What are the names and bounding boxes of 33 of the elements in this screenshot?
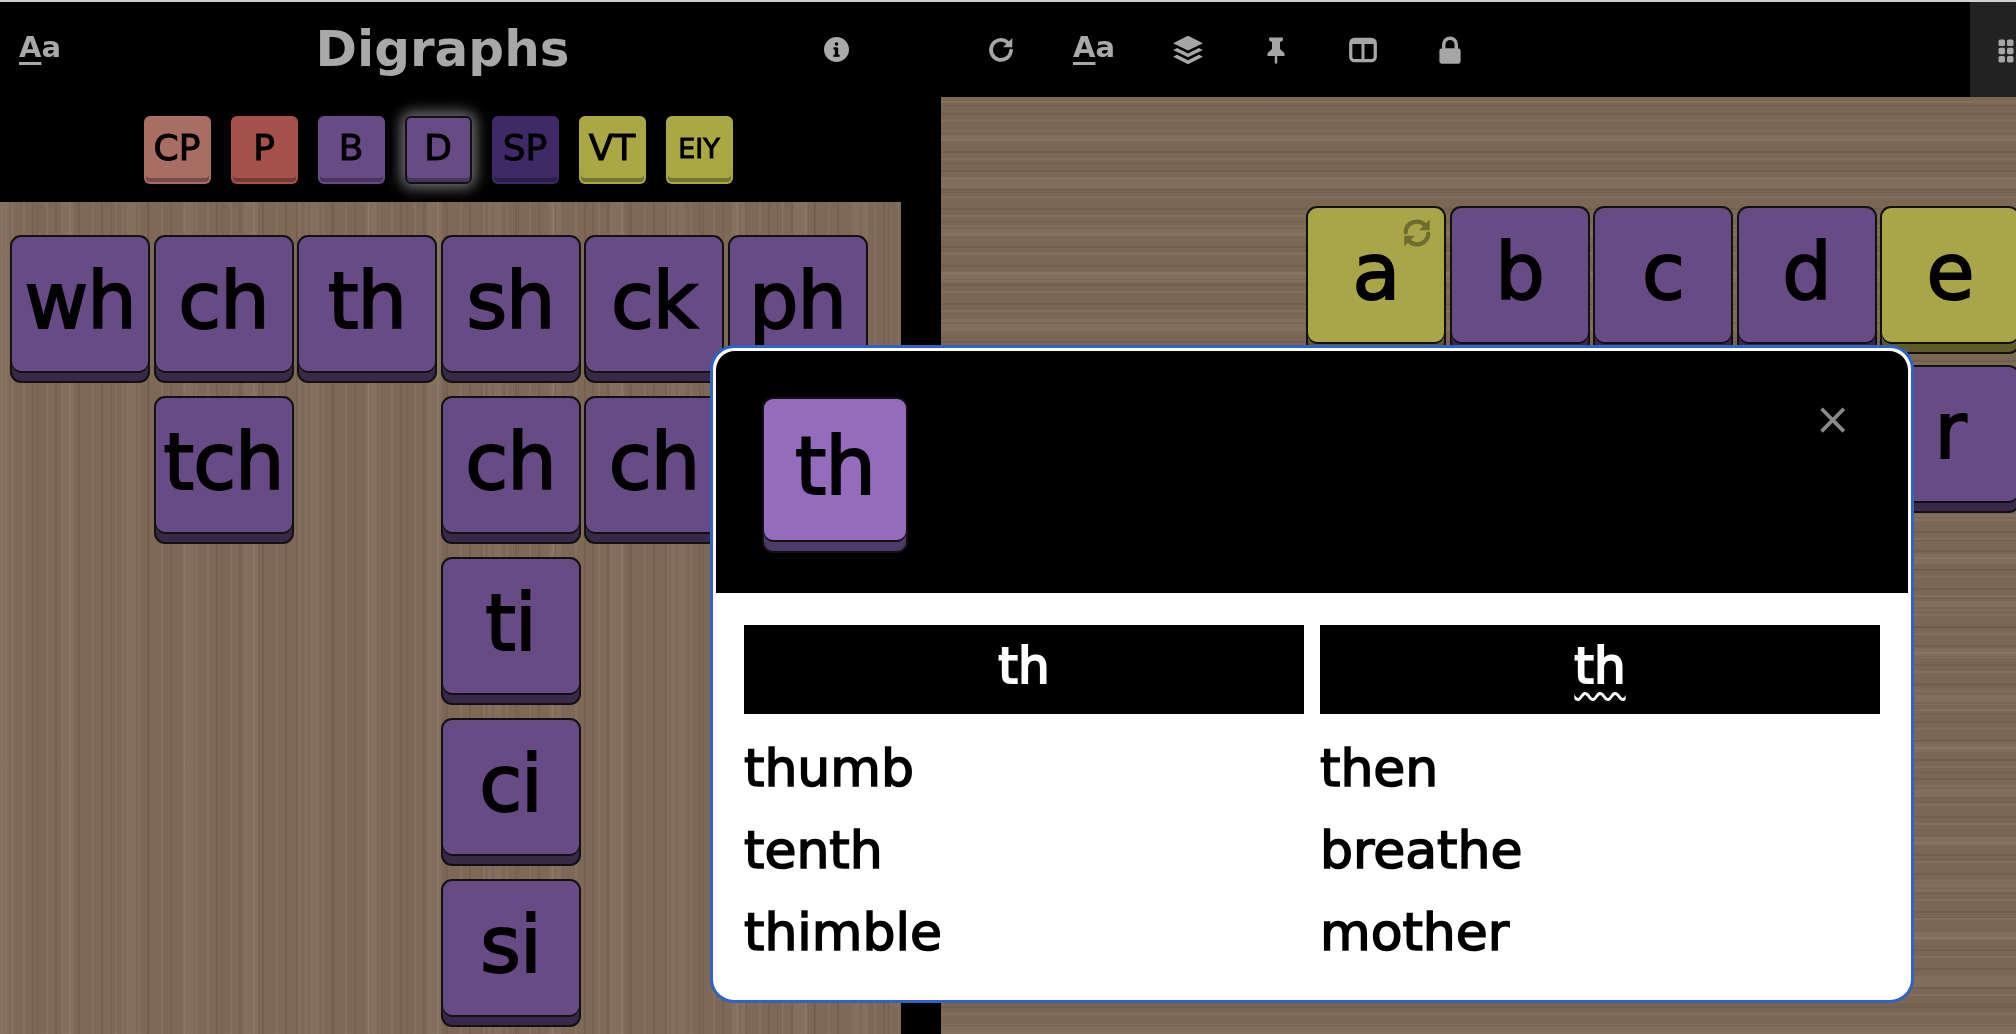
letter-tile[interactable]: ci [440,718,581,866]
word-text: mother [1320,901,1511,964]
grid-icon[interactable] [1998,39,2016,63]
digraph-tile: th [762,397,908,553]
font-button[interactable]: Aa [19,33,62,66]
word-text: then [1320,737,1440,800]
app-title: Digraphs [315,22,570,77]
column-heading: th [744,625,1304,714]
category-button[interactable]: P [230,116,298,184]
letter-tile[interactable]: sh [440,235,581,383]
letter-tile[interactable]: wh [10,235,150,383]
word-text: breathe [1320,819,1524,882]
letter-tile[interactable]: tch [153,396,294,544]
letter-tile[interactable]: ck [584,235,724,383]
letter-tile[interactable]: si [440,879,581,1027]
word-text: thumb [744,737,915,800]
letter-tile[interactable]: ch [153,235,294,383]
category-button[interactable]: D [404,116,472,184]
letter-tile[interactable]: ch [440,396,581,544]
word-text: tenth [744,819,884,882]
category-button[interactable]: SP [491,116,559,184]
word-text: thimble [744,901,943,964]
close-button[interactable]: × [1810,397,1855,441]
info-icon[interactable] [824,37,849,62]
category-button[interactable]: CP [143,116,211,184]
letter-tile[interactable]: e [1880,206,2016,354]
letter-tile[interactable]: th [297,235,437,383]
font-button[interactable]: Aa [1073,33,1116,66]
letter-tile[interactable]: ti [440,557,581,705]
column-heading: th [1320,625,1880,714]
category-button[interactable]: B [317,116,385,184]
category-button[interactable]: EIY [665,116,733,184]
category-button[interactable]: VT [578,116,646,184]
